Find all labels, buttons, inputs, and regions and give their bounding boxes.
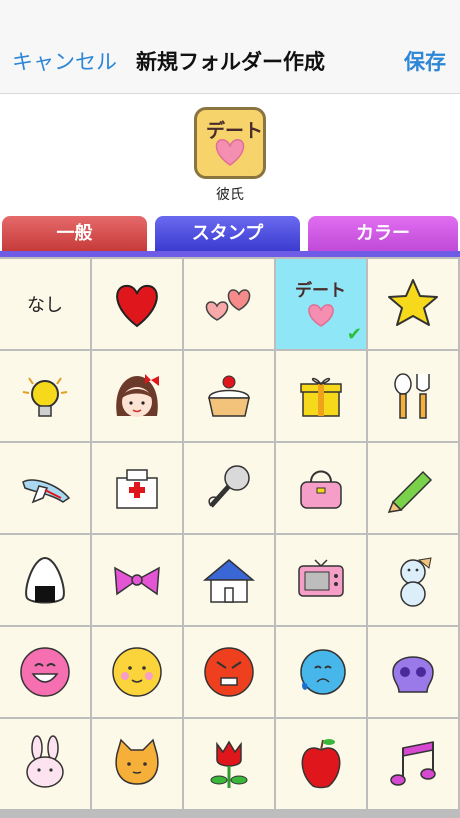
stamp-house[interactable] bbox=[184, 535, 274, 625]
stamp-none[interactable]: なし bbox=[0, 259, 90, 349]
gift-box-icon bbox=[300, 377, 342, 417]
pencil-icon bbox=[387, 470, 433, 513]
save-button[interactable]: 保存 bbox=[404, 46, 446, 76]
stamp-light-bulb[interactable] bbox=[0, 351, 90, 441]
girl-face-icon bbox=[116, 374, 159, 417]
stamp-strawberry-cake[interactable] bbox=[184, 351, 274, 441]
stamp-microphone[interactable] bbox=[184, 443, 274, 533]
stamp-spoon-fork[interactable] bbox=[368, 351, 458, 441]
stamp-rabbit[interactable] bbox=[0, 719, 90, 809]
snowman-icon bbox=[400, 557, 432, 607]
date-heart-icon: デート bbox=[295, 280, 346, 327]
stamp-snowman[interactable] bbox=[368, 535, 458, 625]
skull-icon bbox=[392, 656, 434, 693]
television-icon bbox=[298, 559, 344, 597]
stamp-angry-face[interactable] bbox=[184, 627, 274, 717]
microphone-icon bbox=[208, 465, 250, 508]
strawberry-cake-icon bbox=[208, 375, 250, 417]
stamp-airplane[interactable] bbox=[0, 443, 90, 533]
stamp-television[interactable] bbox=[276, 535, 366, 625]
stamp-handbag[interactable] bbox=[276, 443, 366, 533]
svg-text:デート: デート bbox=[295, 280, 346, 301]
stamp-hospital[interactable] bbox=[92, 443, 182, 533]
two-hearts-icon bbox=[205, 289, 251, 321]
heart-icon bbox=[116, 284, 158, 328]
airplane-icon bbox=[22, 479, 71, 504]
cat-icon bbox=[115, 738, 159, 785]
tab-color[interactable]: カラー bbox=[308, 216, 458, 251]
svg-text:デート: デート bbox=[206, 119, 263, 142]
folder-name-label: 彼氏 bbox=[216, 187, 244, 203]
stamp-apple[interactable] bbox=[276, 719, 366, 809]
tulip-icon bbox=[210, 740, 248, 788]
stamp-crying-face[interactable] bbox=[276, 627, 366, 717]
stamp-blushing-face[interactable] bbox=[92, 627, 182, 717]
stamp-ribbon[interactable] bbox=[92, 535, 182, 625]
stamp-gift-box[interactable] bbox=[276, 351, 366, 441]
music-note-icon bbox=[390, 741, 436, 786]
spoon-fork-icon bbox=[394, 373, 430, 419]
ribbon-icon bbox=[114, 566, 160, 596]
stamp-laughing-face[interactable] bbox=[0, 627, 90, 717]
house-icon bbox=[202, 559, 256, 603]
stamp-girl-face[interactable] bbox=[92, 351, 182, 441]
stamp-heart[interactable] bbox=[92, 259, 182, 349]
stamp-star[interactable] bbox=[368, 259, 458, 349]
tab-general[interactable]: 一般 bbox=[2, 216, 147, 251]
stamp-grid: なし デート ✔ bbox=[0, 257, 460, 818]
crying-face-icon bbox=[300, 649, 346, 695]
date-heart-stamp-icon: デート bbox=[206, 119, 263, 166]
cancel-button[interactable]: キャンセル bbox=[12, 46, 117, 76]
navigation-bar: キャンセル 新規フォルダー作成 保存 bbox=[0, 0, 460, 94]
rice-ball-icon bbox=[25, 556, 65, 604]
stamp-music-note[interactable] bbox=[368, 719, 458, 809]
angry-face-icon bbox=[204, 647, 254, 697]
light-bulb-icon bbox=[22, 377, 68, 417]
hospital-icon bbox=[116, 469, 158, 509]
checkmark-icon: ✔ bbox=[346, 324, 362, 345]
star-icon bbox=[388, 279, 438, 326]
handbag-icon bbox=[300, 470, 342, 509]
stamp-tulip[interactable] bbox=[184, 719, 274, 809]
stamp-cat[interactable] bbox=[92, 719, 182, 809]
page-title: 新規フォルダー作成 bbox=[136, 50, 325, 74]
stamp-none-label: なし bbox=[27, 295, 63, 316]
tab-stamp[interactable]: スタンプ bbox=[155, 216, 300, 251]
apple-icon bbox=[301, 739, 341, 789]
stamp-pencil[interactable] bbox=[368, 443, 458, 533]
rabbit-icon bbox=[26, 735, 64, 788]
laughing-face-icon bbox=[20, 647, 70, 697]
blushing-face-icon bbox=[112, 647, 162, 697]
stamp-skull[interactable] bbox=[368, 627, 458, 717]
stamp-two-hearts[interactable] bbox=[184, 259, 274, 349]
stamp-rice-ball[interactable] bbox=[0, 535, 90, 625]
stamp-date-heart[interactable]: デート ✔ bbox=[276, 259, 366, 349]
folder-icon-preview: デート bbox=[194, 107, 266, 179]
